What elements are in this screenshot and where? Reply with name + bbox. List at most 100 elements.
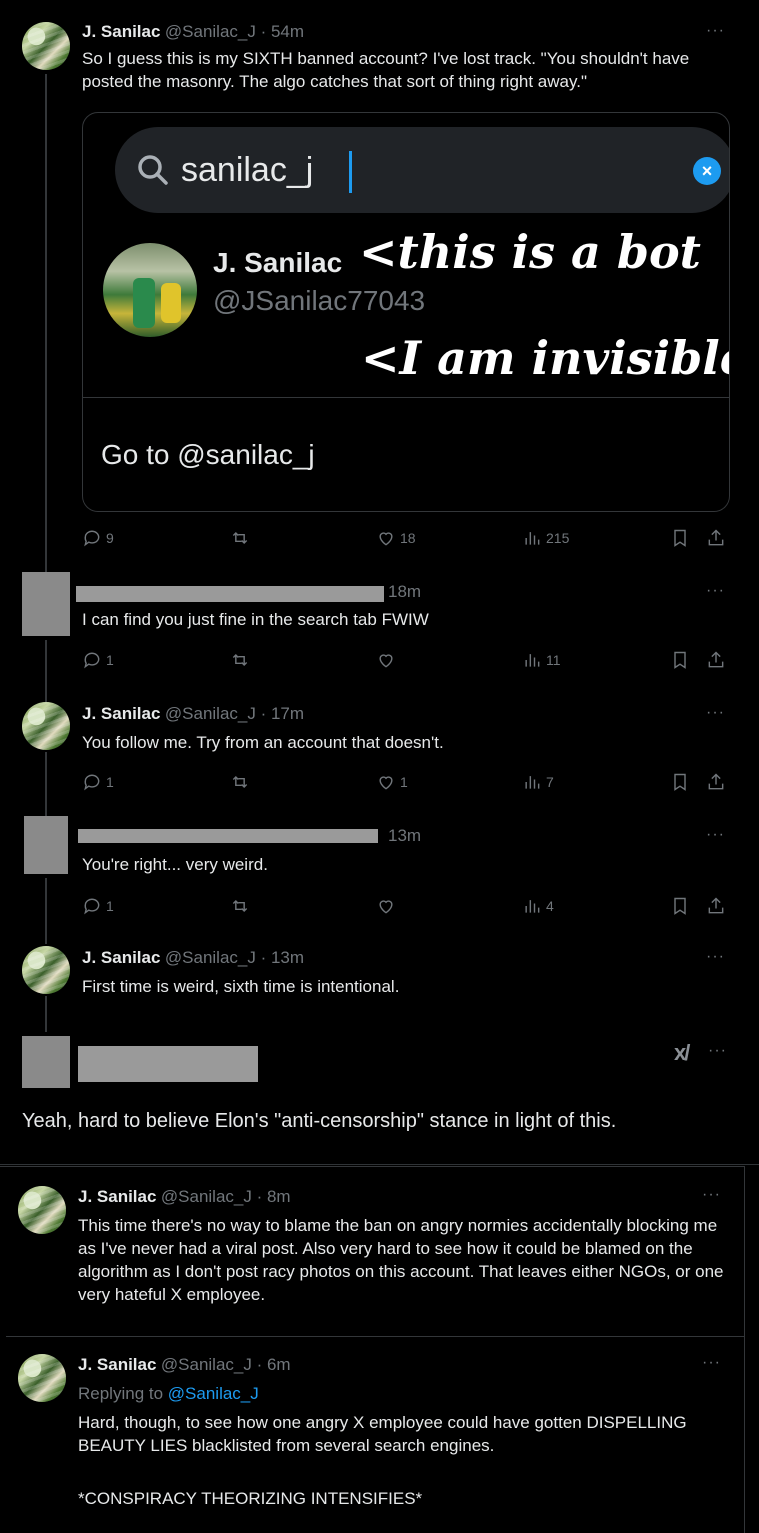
heart-icon — [379, 776, 393, 790]
redacted-author — [76, 586, 384, 602]
like-button[interactable] — [376, 896, 396, 916]
share-button[interactable] — [706, 896, 726, 916]
reply-button[interactable]: 9 — [82, 528, 114, 548]
retweet-button[interactable] — [230, 650, 250, 670]
search-bar: sanilac_j × — [115, 127, 729, 213]
thread-line — [45, 996, 47, 1032]
author-handle[interactable]: @Sanilac_J · 13m — [165, 948, 304, 967]
bookmark-icon — [674, 529, 686, 547]
thread-line — [45, 640, 47, 704]
heart-icon — [379, 532, 393, 546]
annotation-invisible: <I am invisible — [361, 331, 730, 385]
tweet-header: J. Sanilac @Sanilac_J · 13m — [82, 948, 304, 968]
bookmark-button[interactable] — [670, 896, 690, 916]
bookmark-button[interactable] — [670, 772, 690, 792]
like-count: 1 — [400, 774, 408, 790]
tweet-text-2: *CONSPIRACY THEORIZING INTENSIFIES* — [78, 1489, 423, 1508]
grok-icon[interactable]: x/ — [674, 1040, 690, 1066]
author-name[interactable]: J. Sanilac — [82, 22, 160, 41]
author-handle[interactable]: @Sanilac_J · 8m — [161, 1187, 291, 1206]
heart-icon — [379, 900, 393, 914]
tweet-text: Yeah, hard to believe Elon's "anti-censo… — [22, 1110, 617, 1132]
views-button[interactable]: 11 — [522, 650, 561, 670]
author-name[interactable]: J. Sanilac — [78, 1187, 156, 1206]
media-divider — [83, 397, 729, 398]
tweet-text: I can find you just fine in the search t… — [82, 610, 429, 629]
bookmark-button[interactable] — [670, 650, 690, 670]
more-icon[interactable]: ··· — [708, 1042, 727, 1060]
like-button[interactable]: 1 — [376, 772, 408, 792]
like-count: 18 — [400, 530, 416, 546]
like-button[interactable] — [376, 650, 396, 670]
views-button[interactable]: 7 — [522, 772, 554, 792]
avatar[interactable] — [22, 702, 70, 750]
reply-count: 1 — [106, 898, 114, 914]
reply-icon — [84, 774, 100, 791]
retweet-button[interactable] — [230, 772, 250, 792]
author-name[interactable]: J. Sanilac — [82, 704, 160, 723]
reply-button[interactable]: 1 — [82, 896, 114, 916]
replying-to: Replying to @Sanilac_J — [78, 1384, 259, 1404]
replying-handle-link[interactable]: @Sanilac_J — [168, 1384, 259, 1403]
divider — [0, 1164, 759, 1165]
heart-icon — [379, 654, 393, 668]
tweet-header: J. Sanilac @Sanilac_J · 17m — [82, 704, 304, 724]
retweet-button[interactable] — [230, 896, 250, 916]
author-handle[interactable]: @Sanilac_J · 17m — [165, 704, 304, 723]
avatar[interactable] — [18, 1186, 66, 1234]
views-icon — [525, 900, 540, 913]
more-icon[interactable]: ··· — [706, 22, 725, 40]
tweet-header: J. Sanilac @Sanilac_J · 8m — [78, 1187, 291, 1207]
share-button[interactable] — [706, 650, 726, 670]
reply-count: 9 — [106, 530, 114, 546]
more-icon[interactable]: ··· — [706, 948, 725, 966]
share-button[interactable] — [706, 528, 726, 548]
tweet-time[interactable]: 13m — [388, 826, 421, 846]
author-handle[interactable]: @Sanilac_J · 54m — [165, 22, 304, 41]
author-name[interactable]: J. Sanilac — [82, 948, 160, 967]
result-avatar — [103, 243, 197, 337]
avatar[interactable] — [18, 1354, 66, 1402]
author-name[interactable]: J. Sanilac — [78, 1355, 156, 1374]
avatar[interactable] — [22, 572, 70, 636]
bookmark-button[interactable] — [670, 528, 690, 548]
views-count: 215 — [546, 530, 570, 546]
more-icon[interactable]: ··· — [706, 582, 725, 600]
retweet-icon — [232, 775, 248, 789]
views-button[interactable]: 4 — [522, 896, 554, 916]
views-button[interactable]: 215 — [522, 528, 569, 548]
views-count: 11 — [546, 652, 561, 668]
author-handle[interactable]: @Sanilac_J · 6m — [161, 1355, 291, 1374]
goto-link: Go to @sanilac_j — [101, 439, 315, 470]
tweet-header: J. Sanilac @Sanilac_J · 6m — [78, 1355, 291, 1375]
redacted-author — [78, 829, 378, 843]
avatar[interactable] — [22, 1036, 70, 1088]
bookmark-icon — [674, 773, 686, 791]
tweet-media[interactable]: sanilac_j × J. Sanilac @JSanilac77043 <t… — [82, 112, 730, 512]
share-button[interactable] — [706, 772, 726, 792]
more-icon[interactable]: ··· — [702, 1354, 721, 1372]
more-icon[interactable]: ··· — [706, 704, 725, 722]
avatar[interactable] — [22, 946, 70, 994]
more-icon[interactable]: ··· — [706, 826, 725, 844]
tweet-header: J. Sanilac @Sanilac_J · 54m — [82, 22, 304, 42]
tweet-text: First time is weird, sixth time is inten… — [82, 977, 400, 996]
reply-icon — [84, 652, 100, 669]
avatar[interactable] — [22, 22, 70, 70]
more-icon[interactable]: ··· — [702, 1186, 721, 1204]
tweet-time[interactable]: 18m — [388, 582, 421, 602]
views-icon — [525, 654, 540, 667]
avatar[interactable] — [24, 816, 68, 874]
retweet-button[interactable] — [230, 528, 250, 548]
reply-button[interactable]: 1 — [82, 772, 114, 792]
reply-icon — [84, 898, 100, 915]
tweet-text: You're right... very weird. — [82, 855, 268, 874]
divider — [6, 1336, 744, 1337]
reply-icon — [84, 530, 100, 547]
views-icon — [525, 532, 540, 545]
share-icon — [708, 651, 724, 668]
bookmark-icon — [674, 651, 686, 669]
reply-button[interactable]: 1 — [82, 650, 114, 670]
like-button[interactable]: 18 — [376, 528, 416, 548]
panel-border — [744, 1166, 745, 1533]
